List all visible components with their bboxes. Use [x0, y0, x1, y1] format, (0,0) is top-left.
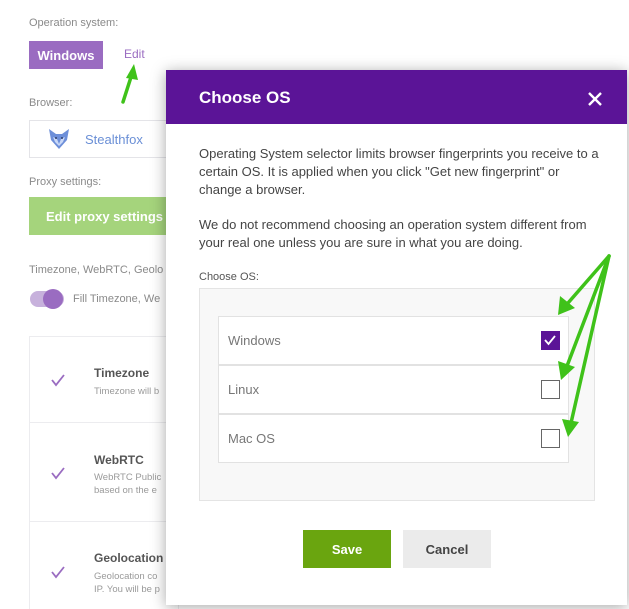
edit-proxy-button[interactable]: Edit proxy settings [29, 197, 179, 235]
save-button[interactable]: Save [303, 530, 391, 568]
card-desc: based on the e [94, 485, 157, 496]
checkbox-empty-icon[interactable] [541, 380, 560, 399]
os-option-label: Windows [228, 333, 281, 348]
os-option-linux[interactable]: Linux [218, 365, 569, 414]
choose-os-dialog: Choose OS Operating System selector limi… [166, 70, 627, 605]
choose-os-label: Choose OS: [199, 271, 259, 283]
timezone-card: Timezone Timezone will b [29, 336, 179, 423]
geolocation-card: Geolocation Geolocation co IP. You will … [29, 521, 179, 609]
webrtc-card: WebRTC WebRTC Public based on the e [29, 422, 179, 522]
fill-toggle-label: Fill Timezone, We [73, 293, 161, 305]
check-icon [51, 467, 65, 480]
card-title: WebRTC [94, 453, 144, 467]
browser-name: Stealthfox [85, 131, 143, 147]
os-option-windows[interactable]: Windows [218, 316, 569, 365]
checkbox-empty-icon[interactable] [541, 429, 560, 448]
os-value-button[interactable]: Windows [29, 41, 103, 69]
fox-icon [49, 129, 69, 149]
dialog-description: Operating System selector limits browser… [199, 146, 599, 197]
edit-os-link[interactable]: Edit [124, 47, 145, 61]
dialog-header: Choose OS [166, 70, 627, 124]
card-title: Geolocation [94, 551, 164, 565]
check-icon [51, 566, 65, 579]
dialog-warning: We do not recommend choosing an operatio… [199, 217, 587, 250]
check-icon [51, 374, 65, 387]
card-desc: Geolocation co [94, 571, 158, 582]
browser-selector[interactable]: Stealthfox [29, 120, 179, 158]
cancel-button[interactable]: Cancel [403, 530, 491, 568]
os-option-label: Linux [228, 382, 260, 397]
timezone-section-label: Timezone, WebRTC, Geolo [29, 264, 164, 276]
os-options-panel: Windows Linux Mac OS [199, 288, 595, 501]
card-title: Timezone [94, 366, 150, 380]
os-option-label: Mac OS [228, 431, 275, 446]
checkbox-checked-icon[interactable] [541, 331, 560, 350]
proxy-label: Proxy settings: [29, 176, 102, 188]
card-desc: WebRTC Public [94, 472, 162, 483]
fill-toggle-knob[interactable] [43, 289, 63, 309]
os-label: Operation system: [29, 17, 119, 29]
close-icon [588, 92, 602, 106]
card-desc: IP. You will be p [94, 584, 160, 595]
os-option-macos[interactable]: Mac OS [218, 414, 569, 463]
close-button[interactable] [577, 81, 613, 117]
card-desc: Timezone will b [94, 386, 160, 397]
browser-label: Browser: [29, 97, 73, 109]
dialog-title: Choose OS [199, 88, 291, 107]
